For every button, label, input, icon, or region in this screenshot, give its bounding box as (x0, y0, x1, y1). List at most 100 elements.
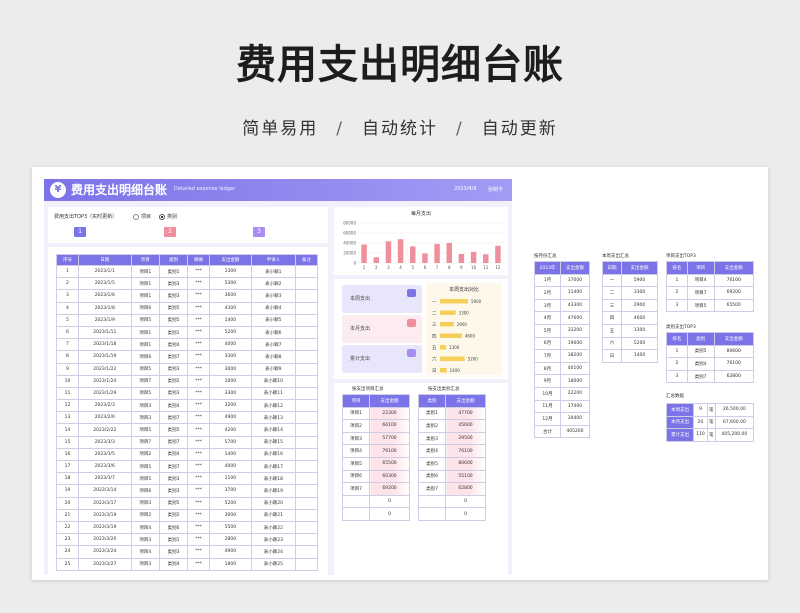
table-row[interactable]: 19 2023/3/14 项目6 类别3 *** 3700 表小颖19 (56, 484, 318, 498)
table-row: 3月 43300 (534, 298, 591, 313)
table-cell: *** (187, 264, 211, 279)
table-cell: 3600 (209, 289, 252, 303)
table-cell: 1800 (209, 557, 252, 571)
table-row[interactable]: 22 2023/3/19 项目4 类别6 *** 5500 表小颖22 (56, 520, 318, 535)
table-row: 类别2 45600 (417, 419, 486, 433)
table-cell: 2023/3/7 (77, 472, 132, 486)
table-row[interactable]: 13 2023/2/6 项目3 类别7 *** 4900 表小颖13 (56, 411, 318, 425)
monthly-chart-panel: 每月支出 80000 60000 40000 20000 0 1 2 3 4 5 6 7 8 9 10 11 12 (334, 207, 508, 275)
x-tick-label: 8 (448, 265, 451, 270)
table-row[interactable]: 24 2023/3/24 项目4 类别3 *** 4900 表小颖24 (56, 545, 318, 559)
table-cell: 8月 (534, 361, 561, 376)
table-row: 项目4 76100 (341, 444, 410, 458)
table-row[interactable]: 1 2023/1/1 项目1 类别1 *** 1300 表小颖1 (56, 264, 318, 279)
table-row: 6月 19000 (534, 336, 591, 351)
table-cell: 4000 (209, 338, 252, 352)
table-row[interactable]: 25 2023/3/27 项目3 类别4 *** 1800 表小颖25 (56, 557, 318, 571)
table-row[interactable]: 14 2023/2/22 项目5 类别5 *** 4200 表小颖14 (56, 423, 318, 437)
table-cell: 表小颖3 (250, 289, 297, 303)
table-cell: 表小颖25 (250, 557, 297, 571)
tag-icon (407, 319, 416, 327)
table-row[interactable]: 4 2023/1/8 项目6 类别5 *** 4300 表小颖4 (56, 301, 318, 315)
table-cell: 47600 (559, 311, 591, 325)
week-day-label: 日 (432, 368, 437, 374)
week-value-label: 1300 (449, 345, 460, 350)
table-cell: 2800 (209, 533, 252, 547)
table-cell (417, 494, 447, 509)
column-header: 支出金额 (445, 394, 486, 408)
table-cell: 11400 (559, 286, 591, 300)
table-row[interactable]: 10 2023/1/24 项目7 类别2 *** 1000 表小颖10 (56, 374, 318, 388)
proj-summary-table: 项目 支出金额 项目1 22300 项目2 66100 项目3 57700 项目4 76100 项目… (341, 394, 410, 521)
y-tick-label: 0 (353, 261, 356, 266)
table-row: 合计 405200 (534, 424, 591, 439)
table-cell: 17400 (559, 399, 591, 414)
column-header: 支出金额 (209, 254, 252, 266)
table-row[interactable]: 23 2023/3/20 项目3 类别1 *** 2800 表小颖23 (56, 533, 318, 547)
table-row[interactable]: 9 2023/1/22 项目5 类别3 *** 3000 表小颖9 (56, 362, 318, 376)
table-cell: 9月 (534, 374, 561, 388)
table-cell: 类别1 (417, 406, 447, 421)
table-cell: 项目1 (130, 264, 160, 279)
column-header: 类别 (417, 394, 447, 408)
table-row: 2 项目7 69200 (666, 286, 754, 300)
table-cell: 8 (56, 350, 79, 364)
table-cell: *** (187, 313, 211, 327)
radio-project[interactable]: 项目 (133, 213, 151, 220)
table-cell: 类别4 (158, 338, 189, 352)
table-cell: 表小颖4 (250, 301, 297, 315)
table-cell: 项目2 (130, 508, 160, 522)
week-bar (440, 333, 462, 338)
table-cell: 类别5 (686, 344, 715, 359)
table-row[interactable]: 6 2023/1/11 项目1 类别1 *** 5200 表小颖6 (56, 325, 318, 340)
table-cell: 80600 (713, 344, 754, 359)
table-row[interactable]: 8 2023/1/19 项目6 类别7 *** 3300 表小颖8 (56, 350, 318, 364)
x-tick-label: 9 (460, 265, 463, 270)
table-row[interactable]: 12 2023/2/3 项目3 类别4 *** 3200 表小颖12 (56, 399, 318, 413)
table-cell: *** (187, 289, 211, 303)
table-cell: 2023/3/3 (77, 435, 132, 449)
table-row[interactable]: 5 2023/1/9 项目5 类别5 *** 1400 表小颖5 (56, 313, 318, 327)
card-label: 本周支出 (350, 296, 371, 302)
month-summary-table: 2023年 支出金额 1月 37000 2月 11400 3月 43300 4月 47600 5月 3… (534, 261, 591, 439)
header-row: 类别 支出金额 (417, 394, 486, 408)
table-cell (295, 362, 318, 376)
table-row[interactable]: 3 2023/1/6 项目1 类别3 *** 3600 表小颖3 (56, 289, 318, 303)
table-cell: *** (187, 386, 211, 401)
table-row[interactable]: 21 2023/3/19 项目2 类别2 *** 3000 表小颖21 (56, 508, 318, 522)
week-value-label: 5900 (471, 299, 482, 304)
table-row[interactable]: 15 2023/3/3 项目7 类别7 *** 5700 表小颖15 (56, 435, 318, 449)
proj-top3-caption: 项目支出TOP3 (666, 254, 696, 259)
table-cell: 类别3 (417, 431, 447, 446)
table-cell: 45600 (445, 419, 486, 433)
table-row[interactable]: 16 2023/3/5 项目2 类别4 *** 1400 表小颖16 (56, 447, 318, 462)
table-cell: 1100 (209, 472, 252, 486)
table-cell: 7月 (534, 349, 561, 363)
column-header: 日期 (602, 261, 622, 275)
table-cell (295, 472, 318, 486)
table-cell: 1300 (209, 264, 252, 279)
table-cell: 项目3 (130, 557, 160, 571)
table-row[interactable]: 2 2023/1/5 项目1 类别3 *** 5300 表小颖2 (56, 277, 318, 291)
table-row[interactable]: 11 2023/1/29 项目5 类别3 *** 3300 表小颖11 (56, 386, 318, 401)
table-cell: 20 (56, 496, 79, 510)
table-cell: 项目5 (130, 386, 160, 401)
table-row: 三 2900 (602, 298, 659, 313)
table-cell: 3 (56, 289, 79, 303)
table-cell: 笔 (706, 428, 716, 442)
table-cell: 2023/2/3 (77, 399, 132, 413)
week-day-label: 二 (432, 311, 437, 317)
table-row[interactable]: 7 2023/1/18 项目1 类别4 *** 4000 表小颖7 (56, 338, 318, 352)
table-row[interactable]: 18 2023/3/7 项目5 类别3 *** 1100 表小颖18 (56, 472, 318, 486)
table-row: 本月支出 20 笔 67,600.00 (665, 415, 755, 430)
table-cell: 9 (56, 362, 79, 376)
table-row[interactable]: 20 2023/3/17 项目3 类别5 *** 5200 表小颖20 (56, 496, 318, 510)
table-cell: *** (187, 447, 211, 462)
table-cell (295, 533, 318, 547)
table-cell: 34400 (559, 412, 591, 426)
table-cell: 类别1 (158, 264, 189, 279)
radio-category[interactable]: 类别 (159, 213, 177, 220)
table-row[interactable]: 17 2023/3/6 项目5 类别7 *** 4000 表小颖17 (56, 459, 318, 474)
y-tick-label: 80000 (343, 221, 356, 226)
x-tick-label: 7 (436, 265, 439, 270)
